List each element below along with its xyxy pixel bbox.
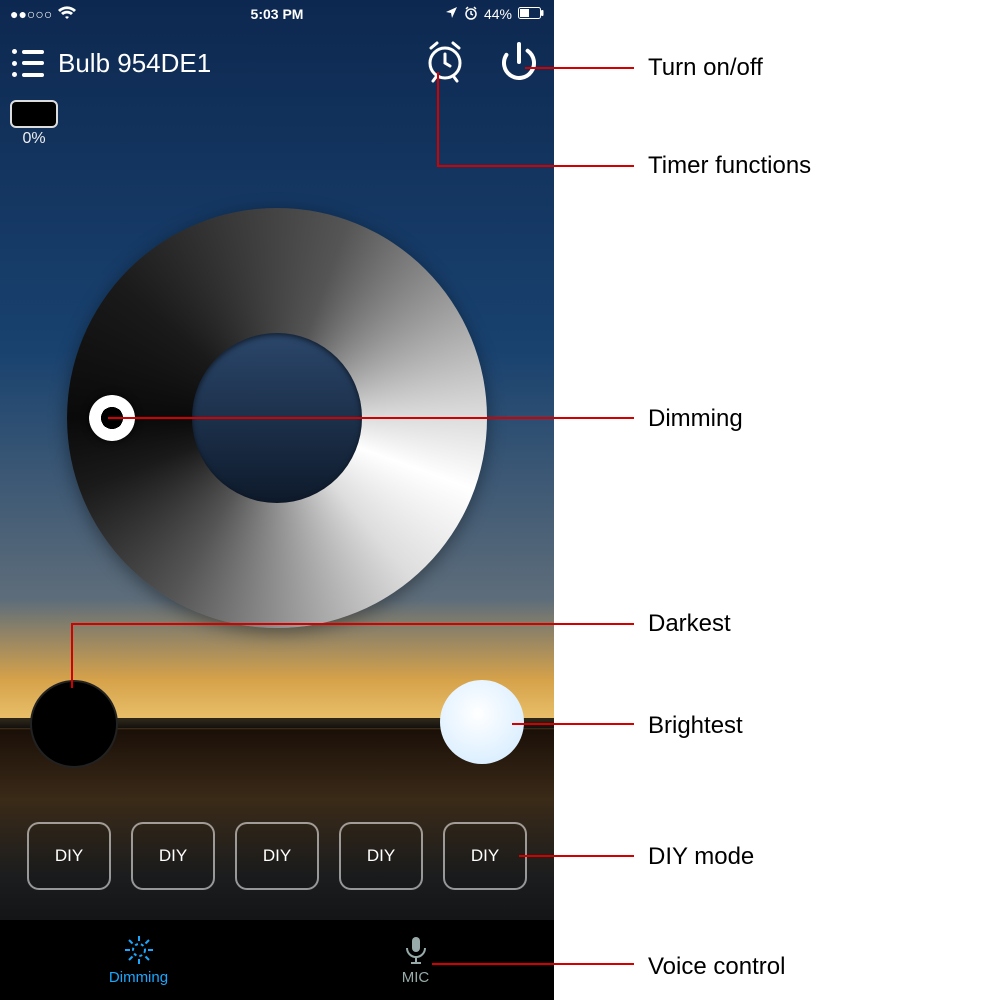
brightness-pct: 0% bbox=[22, 130, 45, 148]
bottom-tabs: Dimming MIC bbox=[0, 920, 554, 1000]
diy-row: DIY DIY DIY DIY DIY bbox=[0, 822, 554, 890]
callout-diy: DIY mode bbox=[648, 843, 754, 871]
sun-icon bbox=[124, 935, 154, 965]
diy-button[interactable]: DIY bbox=[443, 822, 527, 890]
tab-mic[interactable]: MIC bbox=[277, 920, 554, 1000]
status-bar: ●●○○○ 5:03 PM 44% bbox=[0, 0, 554, 28]
menu-icon[interactable] bbox=[12, 49, 44, 77]
status-time: 5:03 PM bbox=[0, 6, 554, 22]
device-title: Bulb 954DE1 bbox=[58, 48, 422, 79]
phone-screen: ●●○○○ 5:03 PM 44% bbox=[0, 0, 554, 1000]
diy-button[interactable]: DIY bbox=[131, 822, 215, 890]
callout-brightest: Brightest bbox=[648, 712, 743, 740]
dimming-handle[interactable] bbox=[89, 395, 135, 441]
annotation-panel bbox=[554, 0, 1000, 1000]
timer-icon[interactable] bbox=[422, 38, 468, 89]
brightness-indicator: 0% bbox=[10, 100, 58, 148]
callout-voice: Voice control bbox=[648, 953, 785, 981]
darkest-button[interactable] bbox=[30, 680, 118, 768]
nav-bar: Bulb 954DE1 bbox=[0, 28, 554, 98]
tab-dimming[interactable]: Dimming bbox=[0, 920, 277, 1000]
microphone-icon bbox=[403, 935, 429, 965]
tab-mic-label: MIC bbox=[402, 969, 430, 986]
dimming-ring[interactable] bbox=[67, 208, 487, 628]
brightness-swatch bbox=[10, 100, 58, 128]
diy-button[interactable]: DIY bbox=[27, 822, 111, 890]
callout-dimming: Dimming bbox=[648, 405, 743, 433]
callout-power: Turn on/off bbox=[648, 54, 763, 82]
diy-button[interactable]: DIY bbox=[235, 822, 319, 890]
brightest-button[interactable] bbox=[440, 680, 524, 764]
diy-button[interactable]: DIY bbox=[339, 822, 423, 890]
power-icon[interactable] bbox=[496, 38, 542, 89]
callout-darkest: Darkest bbox=[648, 610, 731, 638]
callout-timer: Timer functions bbox=[648, 152, 811, 180]
tab-dimming-label: Dimming bbox=[109, 969, 168, 986]
